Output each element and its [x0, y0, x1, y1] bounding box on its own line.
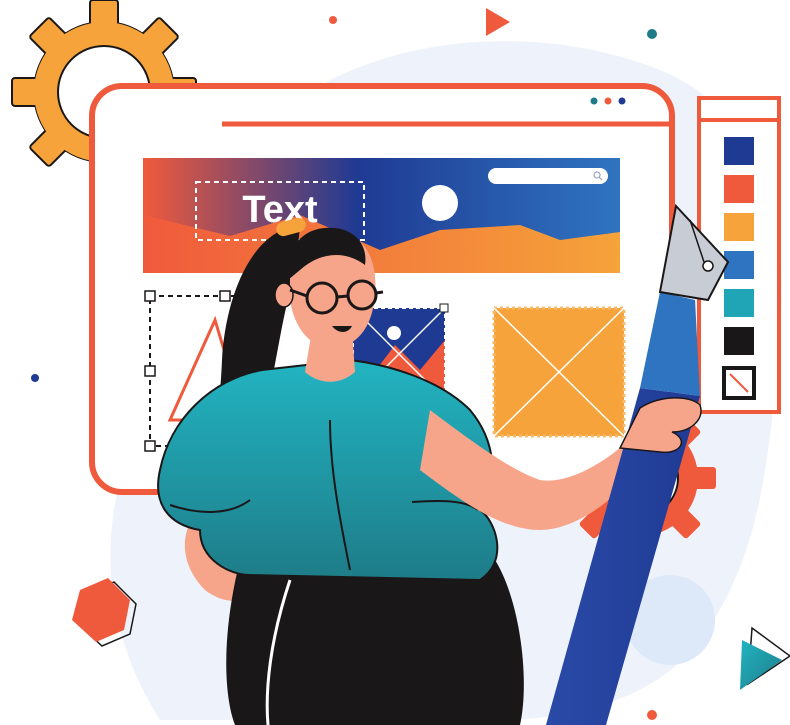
swatch-coral[interactable] — [724, 175, 754, 203]
swatch-blue[interactable] — [724, 251, 754, 279]
swatch-teal[interactable] — [724, 289, 754, 317]
window-dot — [590, 97, 598, 105]
swatch-black[interactable] — [724, 327, 754, 355]
confetti-triangle-icon — [486, 8, 510, 36]
banner-sun — [422, 185, 458, 221]
triangle-decoration — [740, 626, 790, 690]
skirt — [226, 560, 524, 725]
resize-handle[interactable] — [439, 303, 449, 313]
confetti-dot — [31, 374, 39, 382]
window-dot — [604, 97, 612, 105]
confetti-dot — [647, 710, 657, 720]
swatch-orange[interactable] — [724, 213, 754, 241]
confetti-dot — [329, 16, 337, 24]
window-dot — [618, 97, 626, 105]
swatch-navy[interactable] — [724, 137, 754, 165]
illustration-stage: Text — [0, 0, 790, 725]
hero-banner: Text — [143, 158, 620, 273]
confetti-dot — [647, 29, 657, 39]
search-input[interactable] — [488, 168, 608, 184]
designer-illustration: Text — [11, 0, 790, 725]
image-placeholder[interactable] — [492, 306, 626, 438]
swatch-none[interactable] — [722, 366, 756, 400]
